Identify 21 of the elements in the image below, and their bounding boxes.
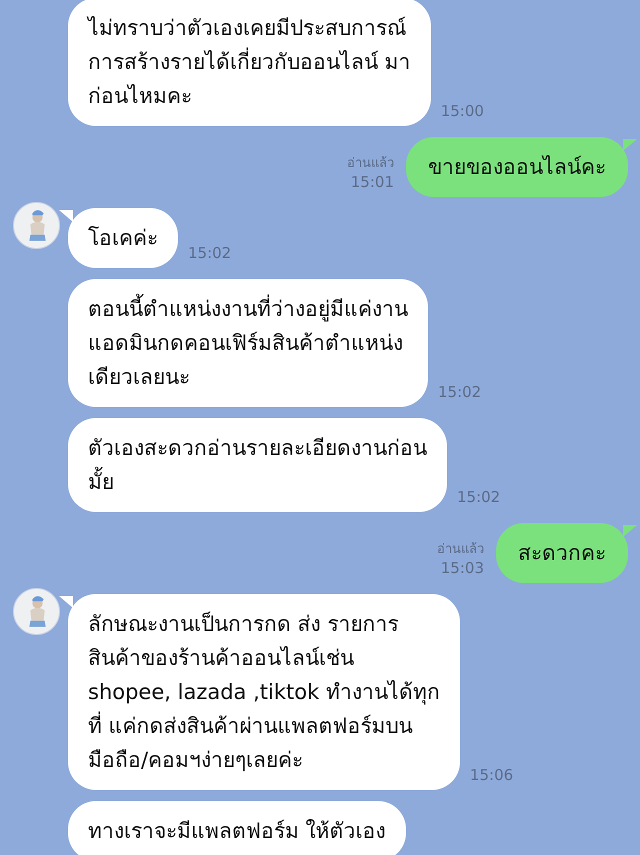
read-receipt: อ่านแล้ว bbox=[437, 541, 484, 559]
message-bubble: ทางเราจะมีแพลตฟอร์ม ให้ตัวเอง bbox=[68, 801, 406, 855]
message-bubble: ลักษณะงานเป็นการกด ส่ง รายการ สินค้าของร้านค้าออนไลน์เช่น shopee, lazada ,tiktok ทำงานได้ทุก ที่ แค่กดส่งสินค้าผ่านแพลตฟอร์มบน มือถือ/คอมฯง่ายๆเลยค่ะ bbox=[68, 594, 460, 790]
bubble-tail bbox=[623, 139, 637, 151]
message-time: 15:02 bbox=[457, 488, 500, 506]
message-bubble: ไม่ทราบว่าตัวเองเคยมีประสบการณ์ การสร้างรายได้เกี่ยวกับออนไลน์ มา ก่อนไหมคะ bbox=[68, 0, 431, 126]
message-bubble: ตอนนี้ตำแหน่งงานที่ว่างอยู่มีแค่งาน แอดมินกดคอนเฟิร์มสินค้าตำแหน่ง เดียวเลยนะ bbox=[68, 279, 428, 407]
read-receipt: อ่านแล้ว bbox=[347, 155, 394, 173]
message-time: 15:01 bbox=[350, 173, 394, 191]
message-time: 15:06 bbox=[470, 766, 514, 784]
avatar[interactable] bbox=[13, 588, 60, 635]
message-time: 15:02 bbox=[188, 244, 232, 262]
message-bubble: ขายของออนไลน์คะ bbox=[406, 137, 628, 197]
message-time: 15:00 bbox=[440, 102, 484, 120]
message-time: 15:02 bbox=[438, 383, 482, 401]
message-bubble: โอเคค่ะ bbox=[68, 208, 178, 268]
avatar[interactable] bbox=[13, 202, 60, 249]
message-bubble: ตัวเองสะดวกอ่านรายละเอียดงานก่อน มั้ย bbox=[68, 418, 447, 512]
message-time: 15:03 bbox=[440, 559, 484, 577]
bubble-tail bbox=[623, 525, 637, 537]
message-bubble: สะดวกคะ bbox=[496, 523, 628, 583]
